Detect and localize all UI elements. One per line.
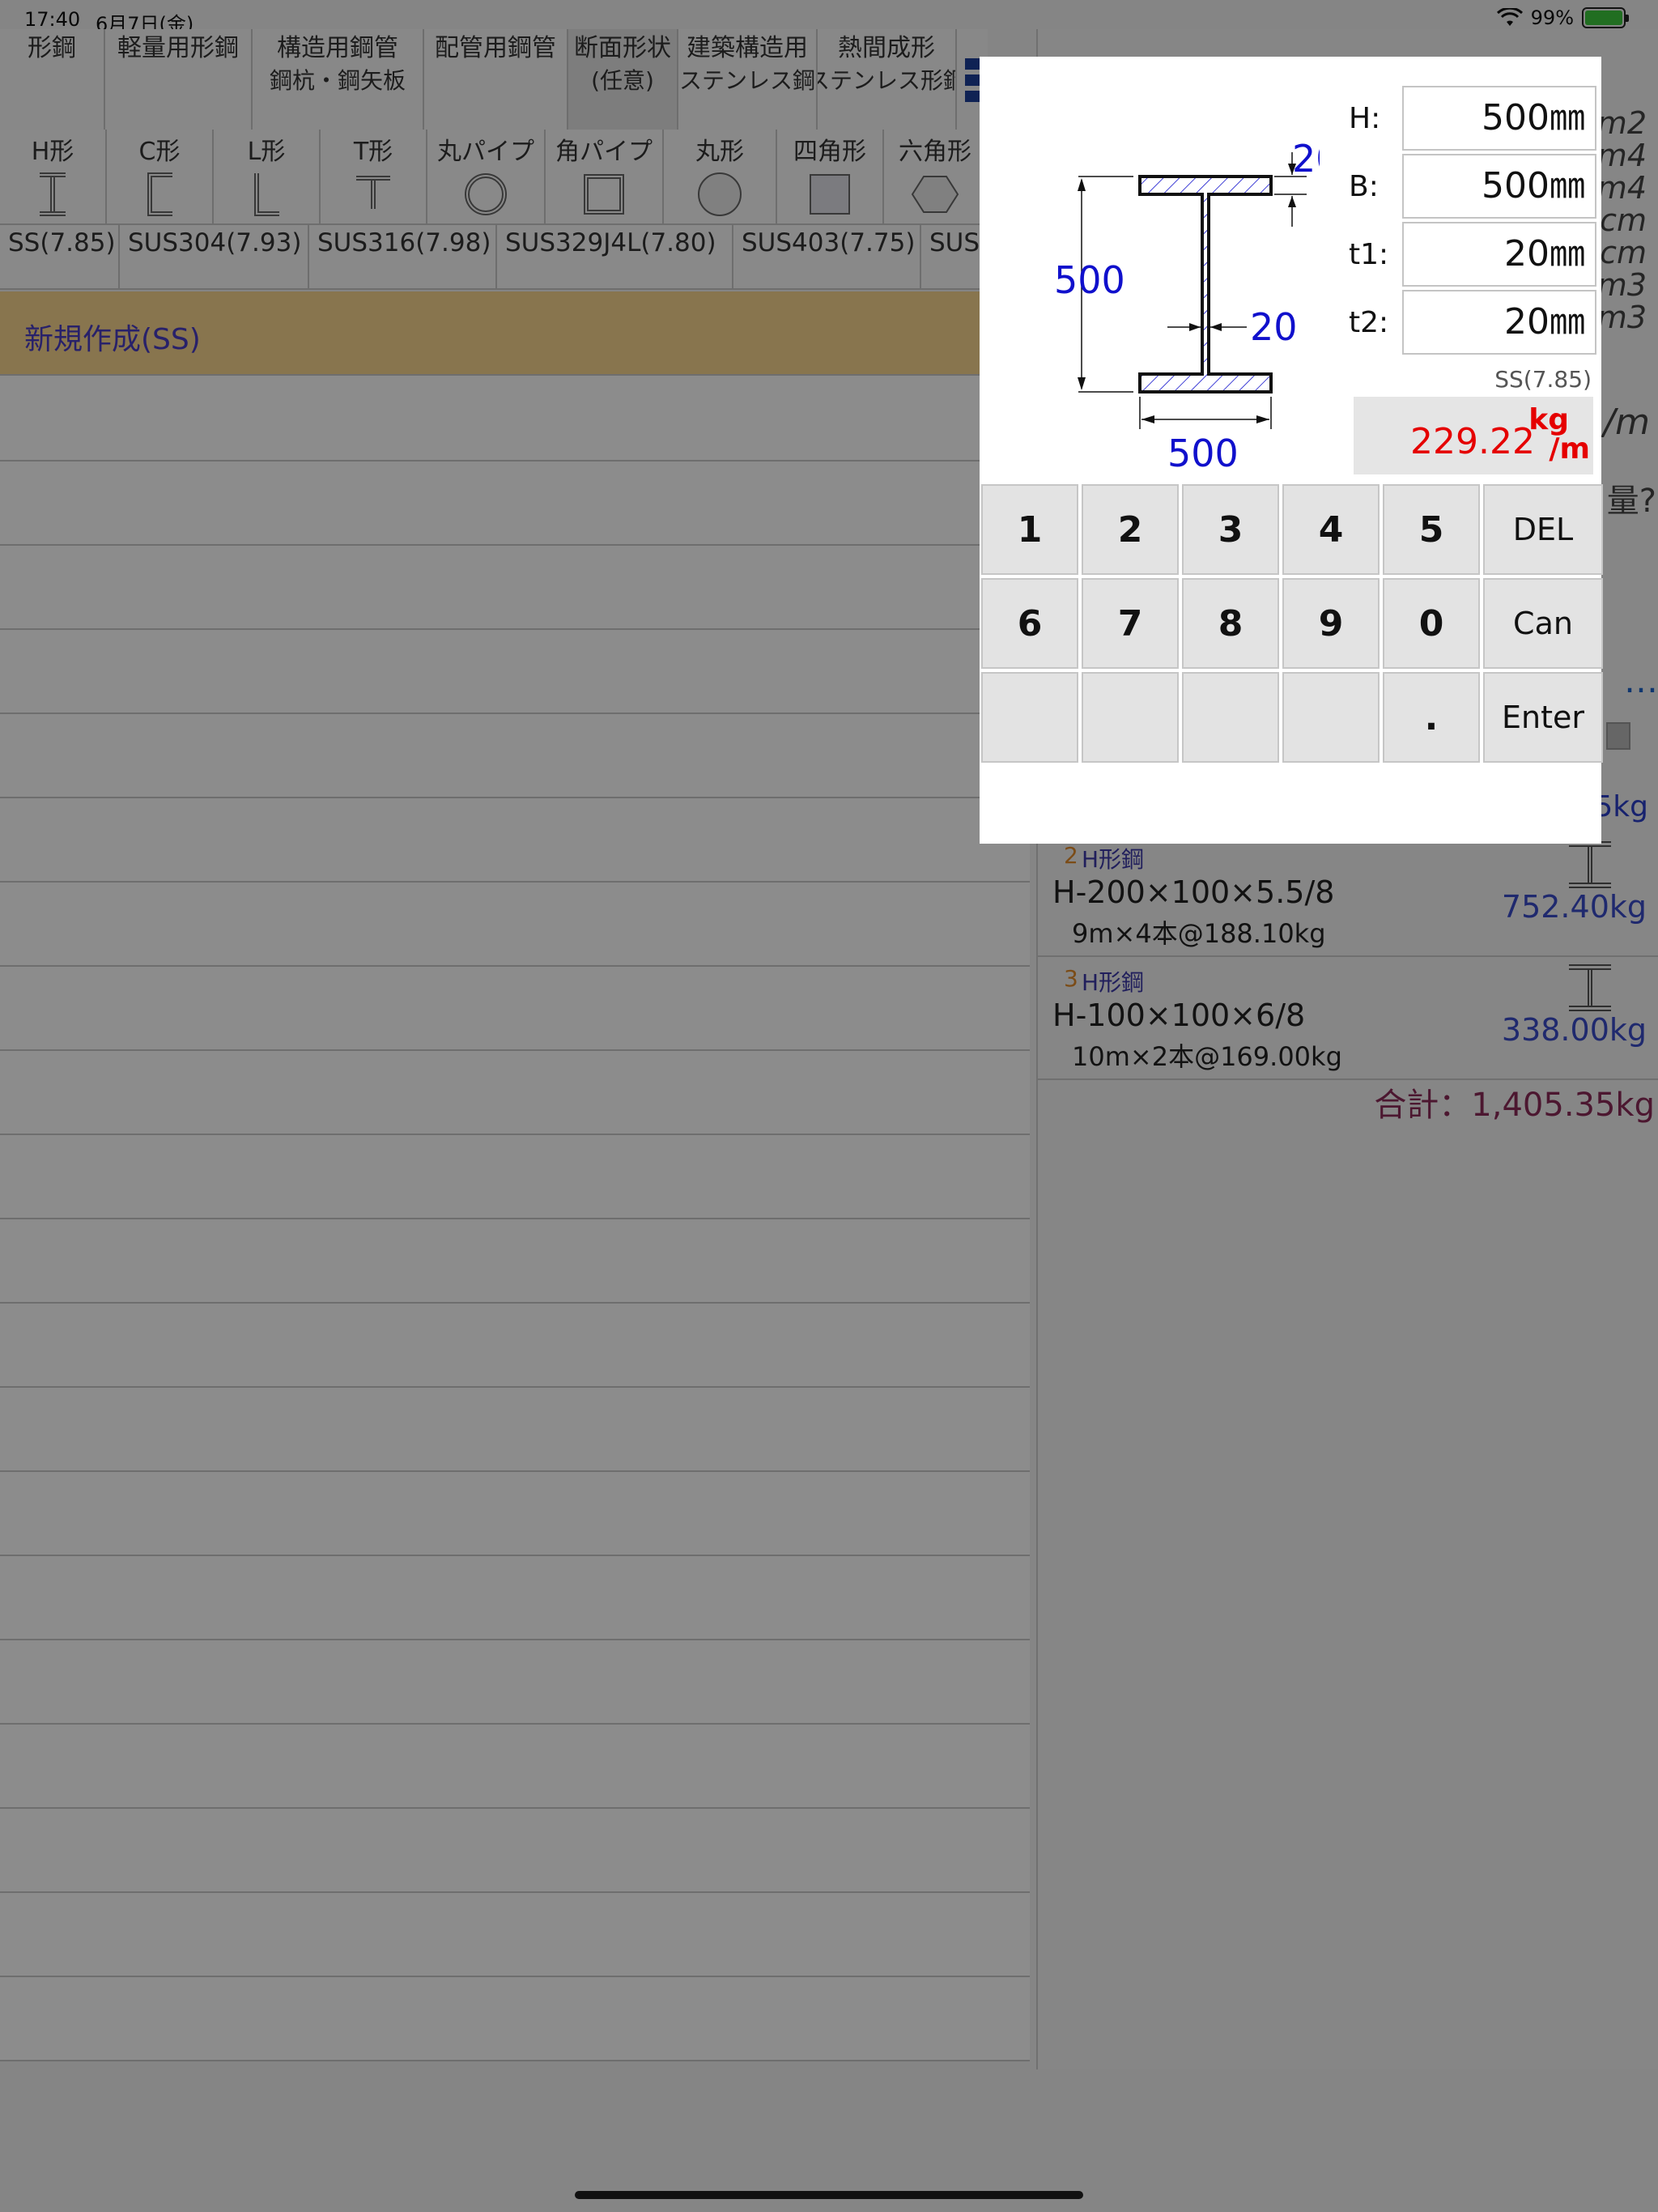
result-box: 229.22 kg /m — [1354, 397, 1593, 474]
key-2[interactable]: 2 — [1082, 484, 1179, 575]
section-input-popup: 500 500 20 20 H: 500㎜ B: 500㎜ t1: 20㎜ t2… — [980, 57, 1603, 844]
key-9[interactable]: 9 — [1282, 578, 1380, 669]
enter-button[interactable]: Enter — [1483, 672, 1603, 763]
cancel-button[interactable]: Can — [1483, 578, 1603, 669]
t1-input[interactable]: 20㎜ — [1402, 222, 1596, 287]
field-row-b: B: 500㎜ — [1349, 154, 1596, 219]
field-row-t2: t2: 20㎜ — [1349, 290, 1596, 355]
dim-t2-label: 20 — [1292, 137, 1320, 181]
key-5[interactable]: 5 — [1383, 484, 1480, 575]
key-3[interactable]: 3 — [1182, 484, 1279, 575]
h-section-diagram: 500 500 20 20 — [1054, 137, 1320, 475]
field-row-t1: t1: 20㎜ — [1349, 222, 1596, 287]
key-4[interactable]: 4 — [1282, 484, 1380, 575]
delete-button[interactable]: DEL — [1483, 484, 1603, 575]
dim-b-label: 500 — [1167, 432, 1239, 475]
field-row-h: H: 500㎜ — [1349, 86, 1596, 151]
key-blank[interactable] — [981, 672, 1078, 763]
unit-kg: kg — [1528, 403, 1569, 436]
key-7[interactable]: 7 — [1082, 578, 1179, 669]
key-decimal[interactable]: . — [1383, 672, 1480, 763]
key-blank[interactable] — [1282, 672, 1380, 763]
unit-per-m: /m — [1549, 432, 1590, 466]
numeric-keypad: 1 2 3 4 5 DEL 6 7 8 9 0 Can . Enter — [981, 484, 1603, 764]
h-input[interactable]: 500㎜ — [1402, 86, 1596, 151]
key-blank[interactable] — [1082, 672, 1179, 763]
field-label: t2: — [1349, 305, 1389, 339]
key-0[interactable]: 0 — [1383, 578, 1480, 669]
key-blank[interactable] — [1182, 672, 1279, 763]
t2-input[interactable]: 20㎜ — [1402, 290, 1596, 355]
key-1[interactable]: 1 — [981, 484, 1078, 575]
unit-weight-value: 229.22 — [1410, 421, 1535, 462]
key-6[interactable]: 6 — [981, 578, 1078, 669]
dim-t1-label: 20 — [1250, 305, 1298, 349]
field-label: B: — [1349, 169, 1379, 203]
field-label: H: — [1349, 101, 1381, 135]
home-indicator[interactable] — [575, 2191, 1083, 2199]
key-8[interactable]: 8 — [1182, 578, 1279, 669]
b-input[interactable]: 500㎜ — [1402, 154, 1596, 219]
field-label: t1: — [1349, 237, 1389, 271]
dim-h-label: 500 — [1054, 258, 1125, 302]
material-label: SS(7.85) — [1494, 366, 1592, 393]
